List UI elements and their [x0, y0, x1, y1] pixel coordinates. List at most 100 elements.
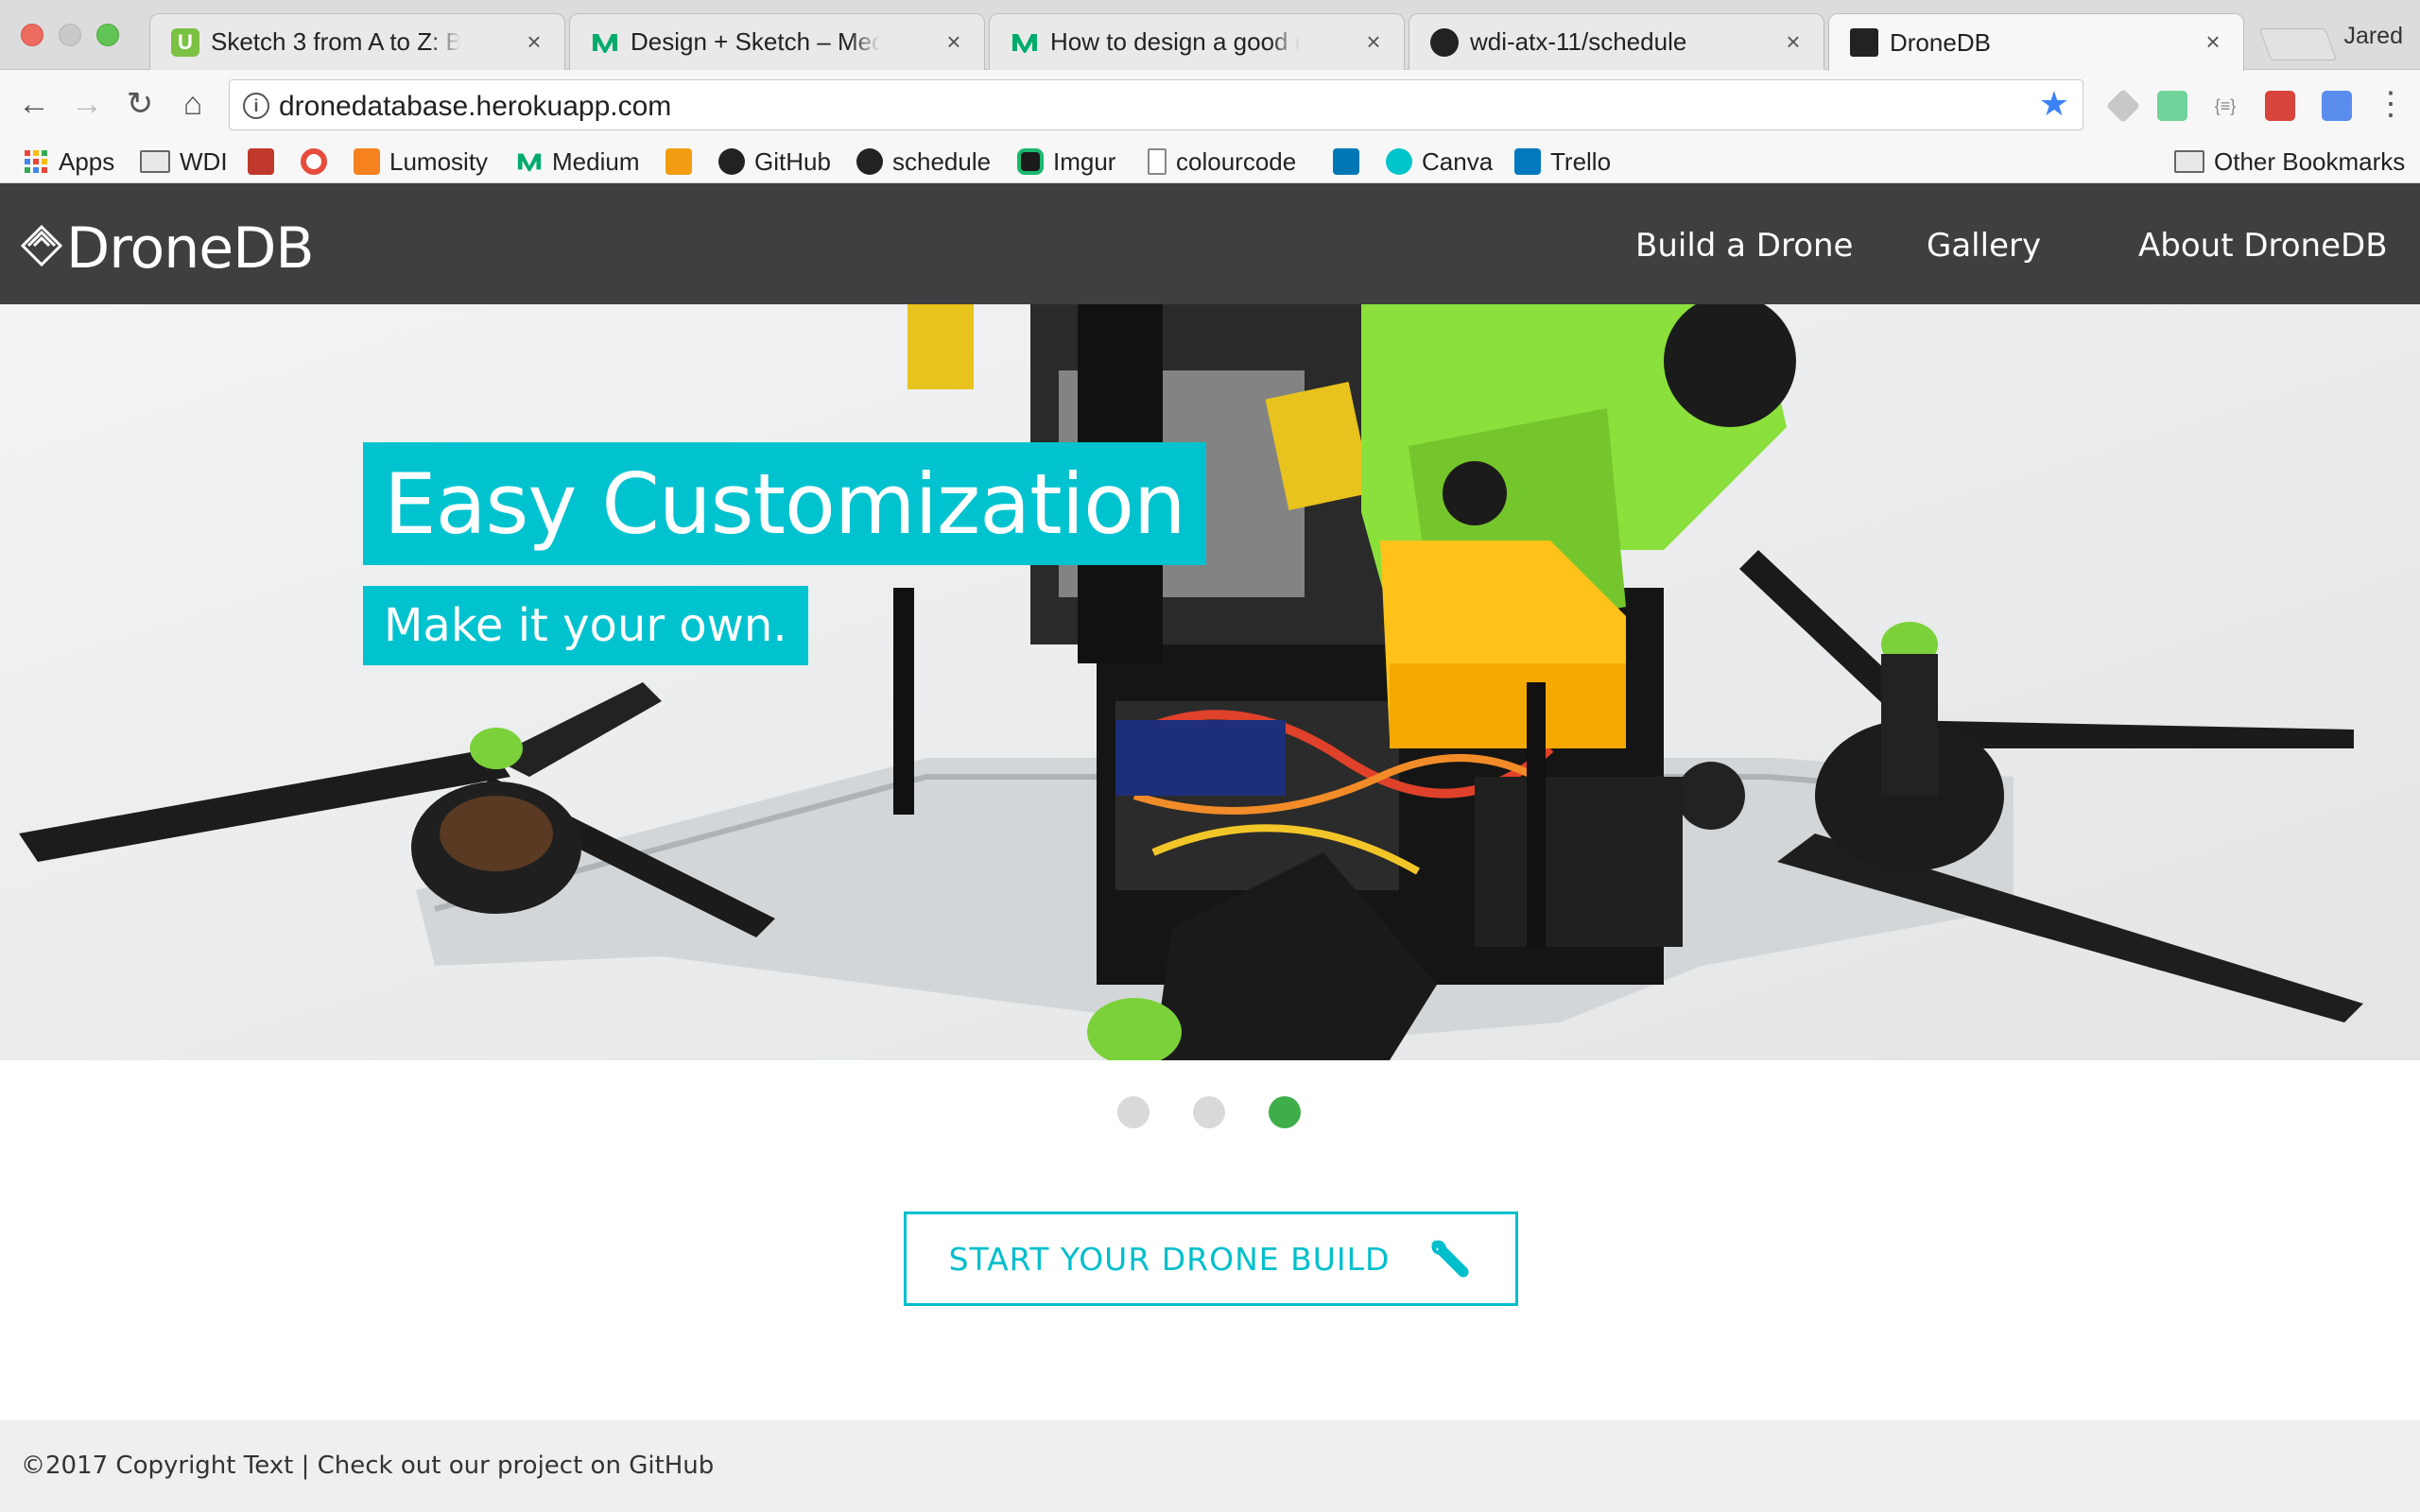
- bookmark-label: Medium: [552, 146, 640, 176]
- forward-icon[interactable]: →: [68, 85, 106, 123]
- bookmark-mm[interactable]: [666, 146, 701, 178]
- url-text: dronedatabase.herokuapp.com: [279, 91, 672, 122]
- bookmark-colourcode[interactable]: colourcode: [1148, 146, 1296, 178]
- bookmark-linkedin[interactable]: [1333, 146, 1369, 178]
- la-rb-icon: [248, 148, 274, 175]
- window-close-button[interactable]: [21, 24, 43, 46]
- close-icon[interactable]: ×: [1358, 26, 1389, 57]
- nav-about-dronedb[interactable]: About DroneDB: [2138, 227, 2388, 265]
- linkedin-icon: [1333, 148, 1359, 175]
- bookmark-label: Trello: [1550, 146, 1612, 176]
- tab-design-sketch[interactable]: Design + Sketch – Medium ×: [569, 13, 985, 70]
- wrench-icon: [1431, 1240, 1469, 1278]
- trello-icon: [1514, 148, 1541, 175]
- bookmark-la-rb[interactable]: [248, 146, 284, 178]
- browser-toolbar: ← → ↻ ⌂ i dronedatabase.herokuapp.com ★ …: [0, 70, 2420, 140]
- bookmark-target[interactable]: [301, 146, 337, 178]
- bookmark-lumosity[interactable]: Lumosity: [354, 146, 488, 178]
- subline-banner: Make it your own.: [363, 586, 808, 665]
- site-logo[interactable]: DroneDB: [66, 215, 315, 282]
- start-drone-build-button[interactable]: START YOUR DRONE BUILD: [904, 1211, 1518, 1306]
- drive-extension-icon[interactable]: [2105, 88, 2141, 124]
- nav-build-a-drone[interactable]: Build a Drone: [1635, 227, 1853, 265]
- bookmark-wdi[interactable]: WDI: [140, 146, 228, 178]
- home-icon[interactable]: ⌂: [174, 85, 212, 123]
- carousel-dot-1[interactable]: [1117, 1096, 1150, 1128]
- new-tab-button[interactable]: [2258, 28, 2338, 60]
- target-icon: [301, 148, 327, 175]
- bookmark-medium[interactable]: Medium: [516, 146, 639, 178]
- bookmark-label: Lumosity: [389, 146, 489, 176]
- folder-icon: [140, 150, 170, 173]
- bookmark-apps[interactable]: Apps: [23, 146, 114, 178]
- tab-github-schedule[interactable]: wdi-atx-11/schedule ×: [1409, 13, 1824, 70]
- chrome-menu-icon[interactable]: ⋮: [2375, 85, 2407, 123]
- github-icon: [856, 148, 883, 175]
- nav-gallery[interactable]: Gallery: [1927, 227, 2041, 265]
- medium-icon: [517, 153, 542, 172]
- site-footer: ©2017 Copyright Text | Check out our pro…: [0, 1420, 2420, 1512]
- colorpicker-extension-icon[interactable]: [2322, 91, 2352, 121]
- github-icon: [718, 148, 745, 175]
- bookmark-star-icon[interactable]: ★: [2039, 84, 2069, 124]
- close-icon[interactable]: ×: [519, 26, 549, 57]
- window-maximize-button[interactable]: [96, 24, 119, 46]
- tab-dronedb[interactable]: DroneDB ×: [1828, 13, 2244, 71]
- tab-title: Sketch 3 from A to Z: Become: [211, 27, 460, 56]
- bookmark-trello[interactable]: Trello: [1514, 146, 1611, 178]
- bookmark-imgur[interactable]: Imgur: [1017, 146, 1115, 178]
- reload-icon[interactable]: ↻: [121, 85, 159, 123]
- bookmark-other[interactable]: Other Bookmarks: [2174, 146, 2405, 178]
- info-icon[interactable]: i: [243, 93, 269, 119]
- tab-strip: U Sketch 3 from A to Z: Become × Design …: [0, 0, 2420, 71]
- imgur-icon: [1017, 148, 1044, 175]
- headline-banner: Easy Customization: [363, 442, 1206, 565]
- tab-how-to-design[interactable]: How to design a good (and si ×: [989, 13, 1405, 70]
- dronedb-icon: [1850, 28, 1878, 57]
- apps-grid-icon: [25, 150, 47, 173]
- bookmark-schedule[interactable]: schedule: [856, 146, 991, 178]
- bookmark-label: Apps: [59, 146, 115, 176]
- mm-icon: [666, 148, 692, 175]
- github-icon: [1430, 28, 1459, 57]
- audio-extension-icon[interactable]: [2157, 91, 2187, 121]
- close-icon[interactable]: ×: [2198, 26, 2228, 57]
- window-minimize-button[interactable]: [59, 24, 81, 46]
- tab-title: DroneDB: [1890, 27, 1991, 57]
- tab-title: Design + Sketch – Medium: [631, 27, 880, 56]
- close-icon[interactable]: ×: [1778, 26, 1808, 57]
- bookmarks-bar: Apps WDI Lumosity Medium GitHub schedule…: [0, 140, 2420, 183]
- bookmark-label: WDI: [180, 146, 228, 176]
- hero-headline: Easy Customization: [384, 455, 1186, 553]
- logo-diamond-icon: [21, 225, 62, 266]
- tab-sketch[interactable]: U Sketch 3 from A to Z: Become ×: [149, 13, 565, 70]
- tab-title: wdi-atx-11/schedule: [1470, 27, 1687, 56]
- bookmark-label: schedule: [892, 146, 992, 176]
- profile-name[interactable]: Jared: [2343, 23, 2403, 50]
- folder-icon: [2174, 150, 2204, 173]
- udemy-icon: U: [171, 28, 199, 57]
- extension-icon[interactable]: [2265, 91, 2295, 121]
- bookmark-label: GitHub: [754, 146, 831, 176]
- bookmark-label: Other Bookmarks: [2214, 146, 2406, 176]
- canva-icon: [1386, 148, 1412, 175]
- drone-photo: [0, 304, 2420, 1060]
- carousel-indicators: [0, 1092, 2420, 1130]
- carousel-dot-3[interactable]: [1269, 1096, 1301, 1128]
- back-icon[interactable]: ←: [15, 85, 53, 123]
- medium-icon: [593, 34, 617, 53]
- bookmark-canva[interactable]: Canva: [1386, 146, 1493, 178]
- medium-icon: [1012, 34, 1037, 53]
- carousel-dot-2[interactable]: [1193, 1096, 1225, 1128]
- lumosity-icon: [354, 148, 380, 175]
- cta-label: START YOUR DRONE BUILD: [948, 1240, 1391, 1278]
- page-icon: [1148, 148, 1167, 175]
- bookmark-label: Canva: [1422, 146, 1494, 176]
- json-extension-icon[interactable]: {≡}: [2210, 91, 2240, 121]
- bookmark-label: colourcode: [1176, 146, 1297, 176]
- bookmark-label: Imgur: [1053, 146, 1116, 176]
- close-icon[interactable]: ×: [939, 26, 969, 57]
- site-navbar: DroneDB Build a Drone Gallery About Dron…: [0, 183, 2420, 304]
- bookmark-github[interactable]: GitHub: [718, 146, 831, 178]
- address-bar[interactable]: i dronedatabase.herokuapp.com ★: [229, 79, 2083, 130]
